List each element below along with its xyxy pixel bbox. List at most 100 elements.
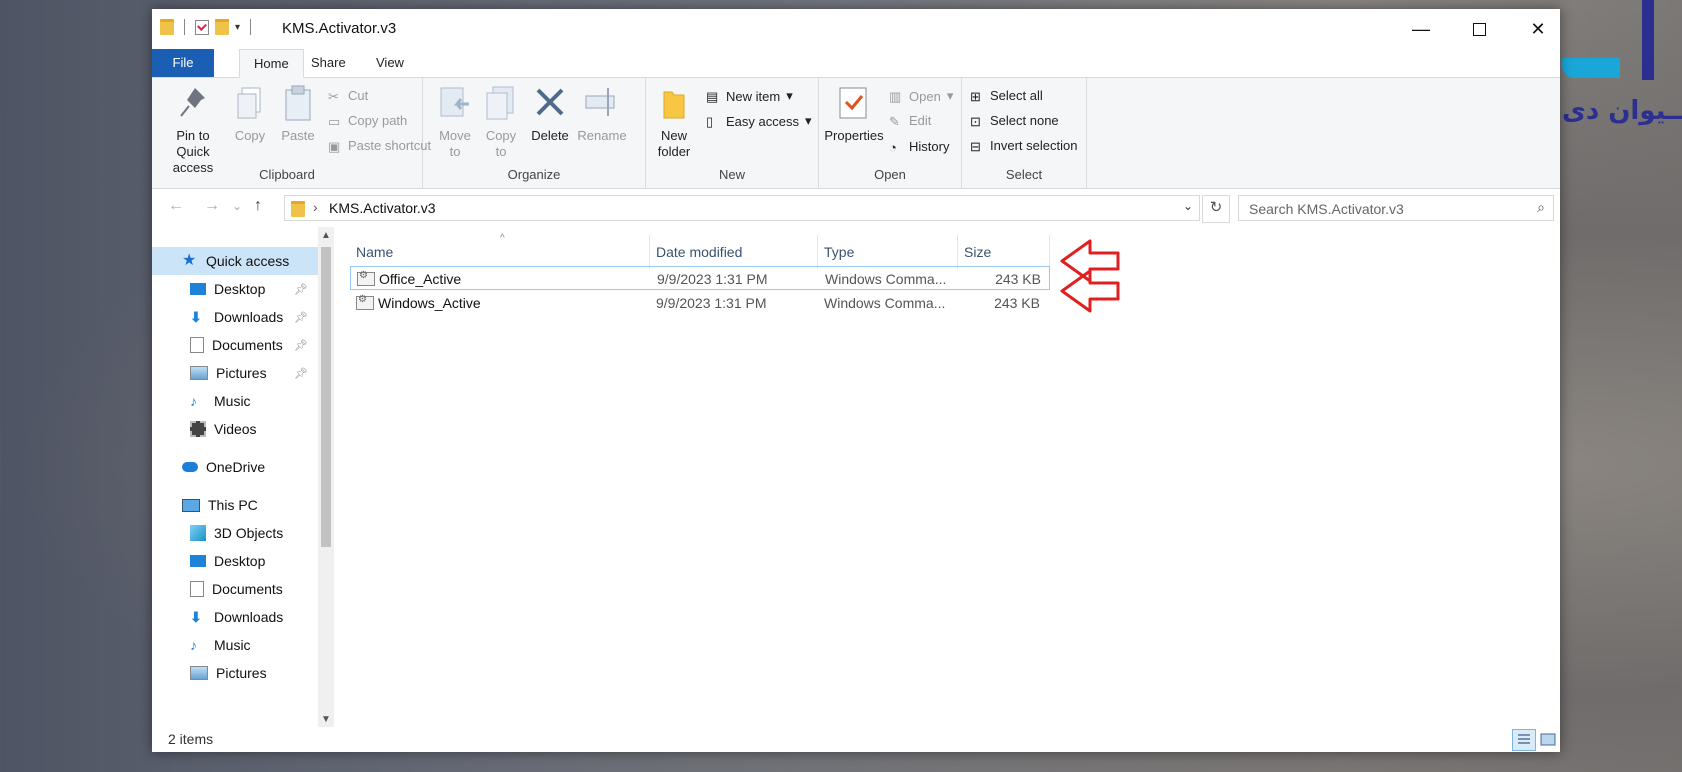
- large-icons-view-icon: [1540, 733, 1556, 746]
- nav-quick-music[interactable]: ♪ Music: [152, 387, 318, 415]
- nav-pc-music[interactable]: ♪ Music: [152, 631, 318, 659]
- file-date: 9/9/2023 1:31 PM: [657, 271, 768, 287]
- nav-pc-desktop[interactable]: Desktop: [152, 547, 318, 575]
- properties-label: Properties: [824, 128, 884, 143]
- column-header-date[interactable]: Date modified: [650, 235, 818, 269]
- tab-home[interactable]: Home: [239, 49, 304, 78]
- pin-icon[interactable]: 📌︎: [294, 339, 308, 352]
- recent-locations-icon[interactable]: ⌄: [232, 199, 242, 213]
- navigation-pane: ★ Quick access Desktop 📌︎ ⬇ Downloads 📌︎…: [152, 227, 336, 727]
- new-item-button[interactable]: ▤ New item ▾: [706, 88, 793, 104]
- address-row: ← → ⌄ ↑ › KMS.Activator.v3 ⌄ ↻ ⌕: [152, 189, 1560, 226]
- desktop-icon: [190, 555, 206, 567]
- new-folder-icon[interactable]: [215, 19, 229, 35]
- address-path[interactable]: KMS.Activator.v3: [329, 200, 436, 216]
- copy-to-label: Copy to: [485, 128, 517, 159]
- easy-access-button[interactable]: ▯ Easy access ▾: [706, 113, 812, 129]
- maximize-button[interactable]: [1450, 9, 1508, 49]
- column-header-size[interactable]: Size: [958, 235, 1050, 269]
- pin-icon: [175, 84, 211, 122]
- nav-quick-videos[interactable]: Videos: [152, 415, 318, 443]
- edit-icon: ✎: [889, 113, 900, 129]
- move-to-button[interactable]: Move to: [435, 84, 475, 160]
- music-icon: ♪: [190, 637, 197, 653]
- copy-to-button[interactable]: Copy to: [481, 84, 521, 160]
- properties-icon[interactable]: [195, 19, 209, 35]
- nav-pc-pictures[interactable]: Pictures: [152, 659, 318, 687]
- pin-icon[interactable]: 📌︎: [294, 367, 308, 380]
- properties-button[interactable]: Properties: [823, 84, 885, 144]
- window-title: KMS.Activator.v3: [282, 20, 397, 37]
- document-icon: [190, 337, 204, 353]
- nav-pc-documents[interactable]: Documents: [152, 575, 318, 603]
- nav-this-pc[interactable]: This PC: [152, 491, 318, 519]
- scissors-icon: ✂: [328, 88, 339, 104]
- nav-label: Quick access: [206, 253, 290, 269]
- address-bar[interactable]: › KMS.Activator.v3 ⌄: [284, 195, 1200, 221]
- copy-path-button[interactable]: ▭ Copy path: [328, 113, 407, 129]
- forward-arrow-icon[interactable]: →: [204, 197, 220, 215]
- move-icon: [437, 84, 473, 122]
- large-icons-view-button[interactable]: [1536, 729, 1560, 751]
- nav-pc-downloads[interactable]: ⬇ Downloads: [152, 603, 318, 631]
- nav-scrollbar[interactable]: ▲ ▼: [318, 227, 334, 727]
- file-list: Name ^ Date modified Type Size Office_Ac…: [350, 227, 1550, 727]
- invert-selection-label: Invert selection: [990, 138, 1078, 153]
- tab-share[interactable]: Share: [297, 49, 360, 77]
- up-arrow-icon[interactable]: ↑: [254, 197, 262, 215]
- nav-pc-3d-objects[interactable]: 3D Objects: [152, 519, 318, 547]
- chevron-right-icon[interactable]: ›: [313, 199, 318, 215]
- tab-file[interactable]: File: [152, 49, 214, 77]
- details-view-button[interactable]: [1512, 729, 1536, 751]
- close-button[interactable]: ✕: [1509, 9, 1567, 49]
- nav-quick-pictures[interactable]: Pictures 📌︎: [152, 359, 318, 387]
- file-name: Windows_Active: [378, 295, 481, 311]
- column-label: Name: [356, 244, 394, 260]
- cut-button[interactable]: ✂ Cut: [328, 88, 369, 104]
- back-arrow-icon[interactable]: ←: [168, 197, 184, 215]
- delete-button[interactable]: Delete: [527, 84, 573, 144]
- edit-button[interactable]: ✎ Edit: [889, 113, 931, 129]
- pin-to-quick-access-button[interactable]: Pin to Quick access: [158, 84, 228, 176]
- pin-icon[interactable]: 📌︎: [294, 283, 308, 296]
- new-folder-button[interactable]: New folder: [654, 84, 694, 160]
- history-button[interactable]: ◔ History: [889, 139, 949, 155]
- video-icon: [190, 421, 206, 437]
- invert-selection-button[interactable]: ⊟ Invert selection: [970, 138, 1078, 154]
- nav-quick-documents[interactable]: Documents 📌︎: [152, 331, 318, 359]
- nav-label: This PC: [208, 497, 258, 513]
- column-header-name[interactable]: Name ^: [350, 233, 650, 269]
- select-none-button[interactable]: ⊡ Select none: [970, 113, 1059, 129]
- refresh-button[interactable]: ↻: [1202, 195, 1230, 223]
- column-header-type[interactable]: Type: [818, 235, 958, 269]
- file-row[interactable]: Office_Active 9/9/2023 1:31 PM Windows C…: [350, 266, 1050, 290]
- nav-quick-downloads[interactable]: ⬇ Downloads 📌︎: [152, 303, 318, 331]
- copy-button[interactable]: Copy: [230, 84, 270, 144]
- select-all-button[interactable]: ⊞ Select all: [970, 88, 1043, 104]
- search-input[interactable]: [1247, 200, 1521, 218]
- rename-button[interactable]: Rename: [575, 84, 629, 144]
- nav-quick-access[interactable]: ★ Quick access: [152, 247, 318, 275]
- open-button[interactable]: ▥ Open ▾: [889, 88, 953, 104]
- paste-button[interactable]: Paste: [276, 84, 320, 144]
- chevron-down-icon[interactable]: ⌄: [1183, 199, 1193, 213]
- folder-icon: [656, 84, 692, 122]
- cut-label: Cut: [348, 88, 369, 103]
- scroll-down-icon[interactable]: ▼: [318, 714, 334, 725]
- nav-onedrive[interactable]: OneDrive: [152, 453, 318, 481]
- search-box[interactable]: ⌕: [1238, 195, 1554, 221]
- paste-shortcut-button[interactable]: ▣ Paste shortcut: [328, 138, 431, 154]
- scroll-thumb[interactable]: [321, 247, 331, 547]
- scroll-up-icon[interactable]: ▲: [318, 230, 334, 241]
- nav-quick-desktop[interactable]: Desktop 📌︎: [152, 275, 318, 303]
- background-logo: ســیوان دی: [1562, 0, 1682, 130]
- tab-view[interactable]: View: [362, 49, 418, 77]
- easy-access-label: Easy access: [726, 113, 799, 129]
- logo-text: ســیوان دی: [1562, 96, 1682, 126]
- nav-label: Music: [214, 393, 251, 409]
- customize-toolbar-icon[interactable]: ▾: [235, 22, 240, 33]
- search-icon[interactable]: ⌕: [1537, 199, 1545, 216]
- minimize-button[interactable]: —: [1392, 9, 1450, 49]
- pin-icon[interactable]: 📌︎: [294, 311, 308, 324]
- file-row[interactable]: Windows_Active 9/9/2023 1:31 PM Windows …: [350, 291, 1050, 315]
